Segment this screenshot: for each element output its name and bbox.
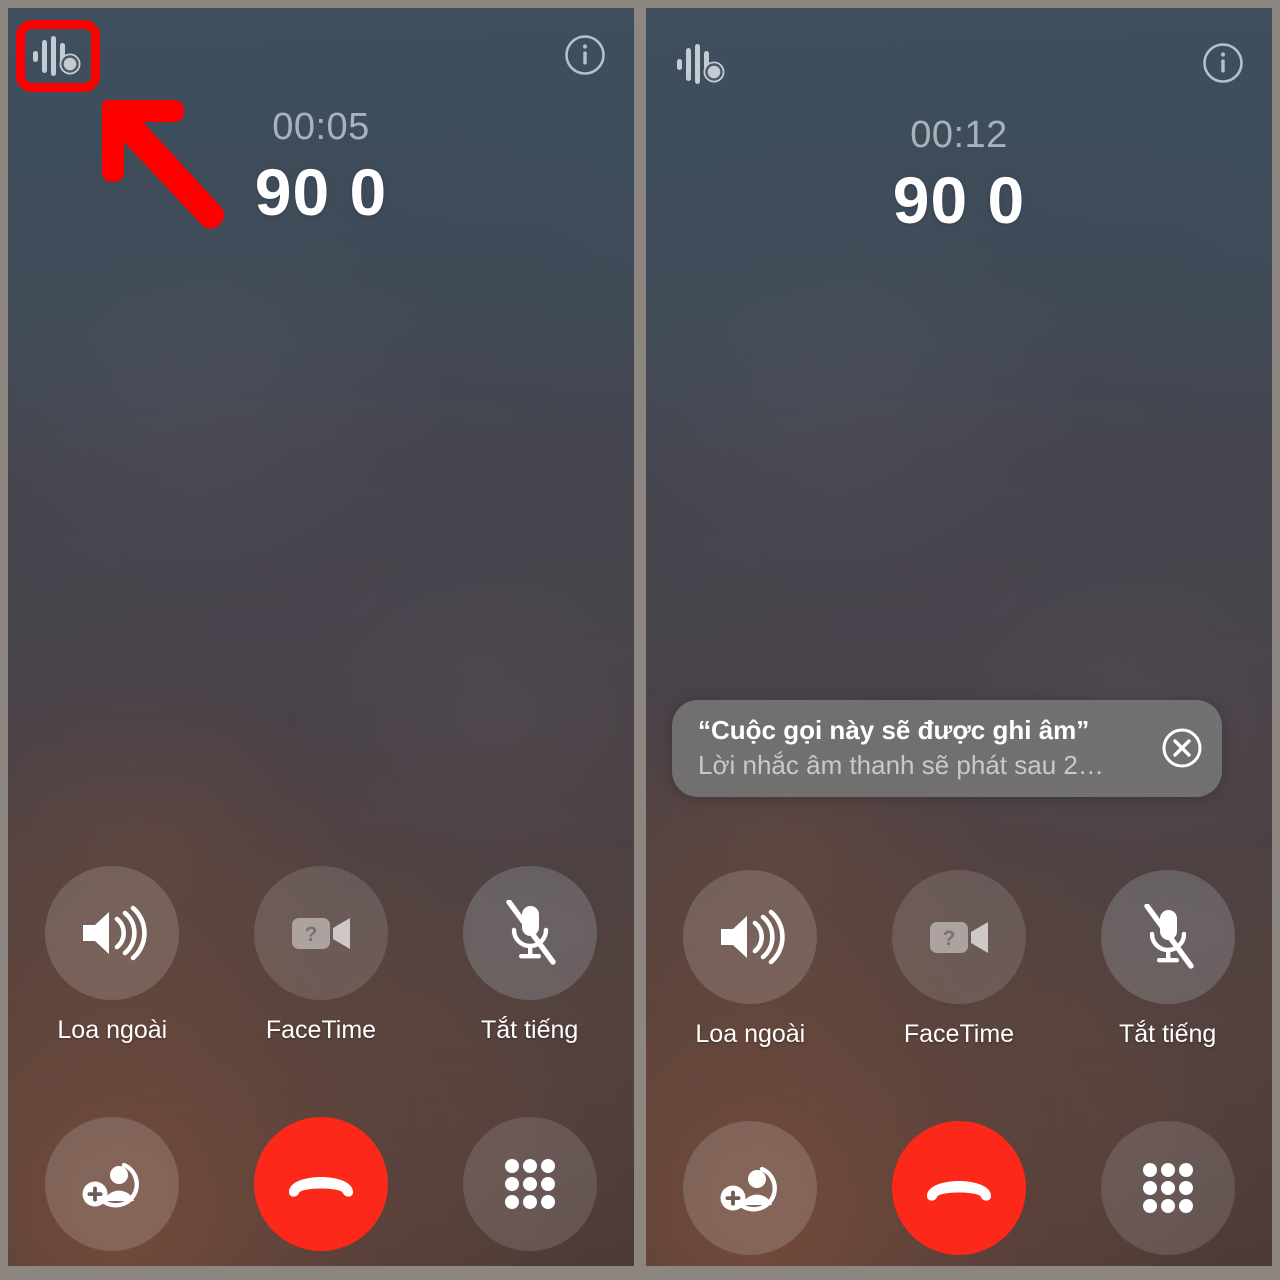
speaker-waves-icon (83, 905, 148, 961)
add-call-button-circle[interactable] (45, 1117, 180, 1251)
facetime-button-label: FaceTime (903, 1020, 1015, 1048)
end-call-button[interactable]: Kết thúc (241, 1117, 401, 1266)
facetime-button-circle[interactable]: ? (253, 866, 388, 1000)
audio-waveform-record-icon[interactable] (674, 42, 728, 86)
call-top-bar-right (646, 8, 1272, 104)
call-controls-row-1: Loa ngoài ? FaceTime Tắt tiếng (646, 870, 1272, 1049)
record-button-highlight (16, 20, 100, 92)
recording-notice-title: “Cuộc gọi này sẽ được ghi âm” (698, 715, 1090, 745)
info-circle-icon[interactable] (1202, 42, 1244, 84)
add-contact-icon (82, 1162, 140, 1208)
end-call-handset-icon (288, 1177, 353, 1197)
microphone-slash-icon (1143, 904, 1194, 969)
add-call-button[interactable]: Thêm (32, 1117, 192, 1266)
speaker-button-circle[interactable] (45, 866, 180, 1000)
mute-button-label: Tắt tiếng (1119, 1020, 1217, 1048)
call-header-right: 00:12 90 0 (646, 116, 1272, 237)
call-controls-row-2: Thêm Kết thúc (646, 1121, 1272, 1266)
call-controls-left: Loa ngoài ? FaceTime Tắt tiếng (8, 866, 634, 1266)
keypad-button-circle[interactable] (462, 1117, 597, 1251)
keypad-dots-icon (504, 1159, 555, 1209)
recording-notice-text: “Cuộc gọi này sẽ được ghi âm” Lời nhắc â… (698, 714, 1150, 781)
close-circle-icon[interactable] (1160, 726, 1204, 770)
mute-button[interactable]: Tắt tiếng (1088, 870, 1248, 1049)
mute-button-circle[interactable] (462, 866, 597, 1000)
call-controls-row-1: Loa ngoài ? FaceTime Tắt tiếng (8, 866, 634, 1045)
keypad-dots-icon (1142, 1163, 1193, 1213)
speaker-button[interactable]: Loa ngoài (32, 866, 192, 1045)
svg-text:?: ? (943, 927, 956, 950)
facetime-button[interactable]: ? FaceTime (241, 866, 401, 1045)
mute-button-circle[interactable] (1100, 870, 1235, 1004)
end-call-button-circle[interactable] (253, 1117, 388, 1251)
pointer-arrow-up-left (70, 88, 240, 258)
facetime-button[interactable]: ? FaceTime (879, 870, 1039, 1049)
speaker-button[interactable]: Loa ngoài (670, 870, 830, 1049)
end-call-button[interactable]: Kết thúc (879, 1121, 1039, 1266)
keypad-button[interactable]: Bàn phím (450, 1117, 610, 1266)
mute-button[interactable]: Tắt tiếng (450, 866, 610, 1045)
call-duration-timer: 00:12 (910, 114, 1008, 156)
call-phone-number: 90 0 (892, 163, 1026, 237)
speaker-button-label: Loa ngoài (57, 1016, 168, 1044)
facetime-video-question-icon: ? (291, 918, 350, 949)
add-call-button[interactable]: Thêm (670, 1121, 830, 1266)
recording-notice-subtitle: Lời nhắc âm thanh sẽ phát sau 2… (698, 749, 1104, 780)
add-call-button-circle[interactable] (683, 1121, 818, 1255)
svg-text:?: ? (305, 923, 318, 946)
speaker-button-label: Loa ngoài (695, 1020, 806, 1048)
keypad-button[interactable]: Bàn phím (1088, 1121, 1248, 1266)
speaker-button-circle[interactable] (683, 870, 818, 1004)
phone-screen-left: 00:05 90 0 Loa ngoài ? FaceTime Tắt tiến… (8, 8, 634, 1266)
facetime-video-question-icon: ? (929, 922, 988, 953)
speaker-waves-icon (721, 909, 786, 965)
mute-button-label: Tắt tiếng (481, 1016, 579, 1044)
tutorial-screenshot-stage: 00:05 90 0 Loa ngoài ? FaceTime Tắt tiến… (0, 0, 1280, 1280)
add-contact-icon (720, 1166, 778, 1212)
call-controls-right: Loa ngoài ? FaceTime Tắt tiếng (646, 870, 1272, 1266)
facetime-button-label: FaceTime (265, 1016, 377, 1044)
end-call-button-circle[interactable] (891, 1121, 1026, 1255)
microphone-slash-icon (505, 900, 556, 965)
keypad-button-circle[interactable] (1100, 1121, 1235, 1255)
recording-notice-banner[interactable]: “Cuộc gọi này sẽ được ghi âm” Lời nhắc â… (672, 700, 1222, 797)
info-circle-icon[interactable] (564, 34, 606, 76)
facetime-button-circle[interactable]: ? (891, 870, 1026, 1004)
call-controls-row-2: Thêm Kết thúc (8, 1117, 634, 1266)
end-call-handset-icon (926, 1181, 991, 1201)
phone-screen-right: 00:12 90 0 “Cuộc gọi này sẽ được ghi âm”… (646, 8, 1272, 1266)
